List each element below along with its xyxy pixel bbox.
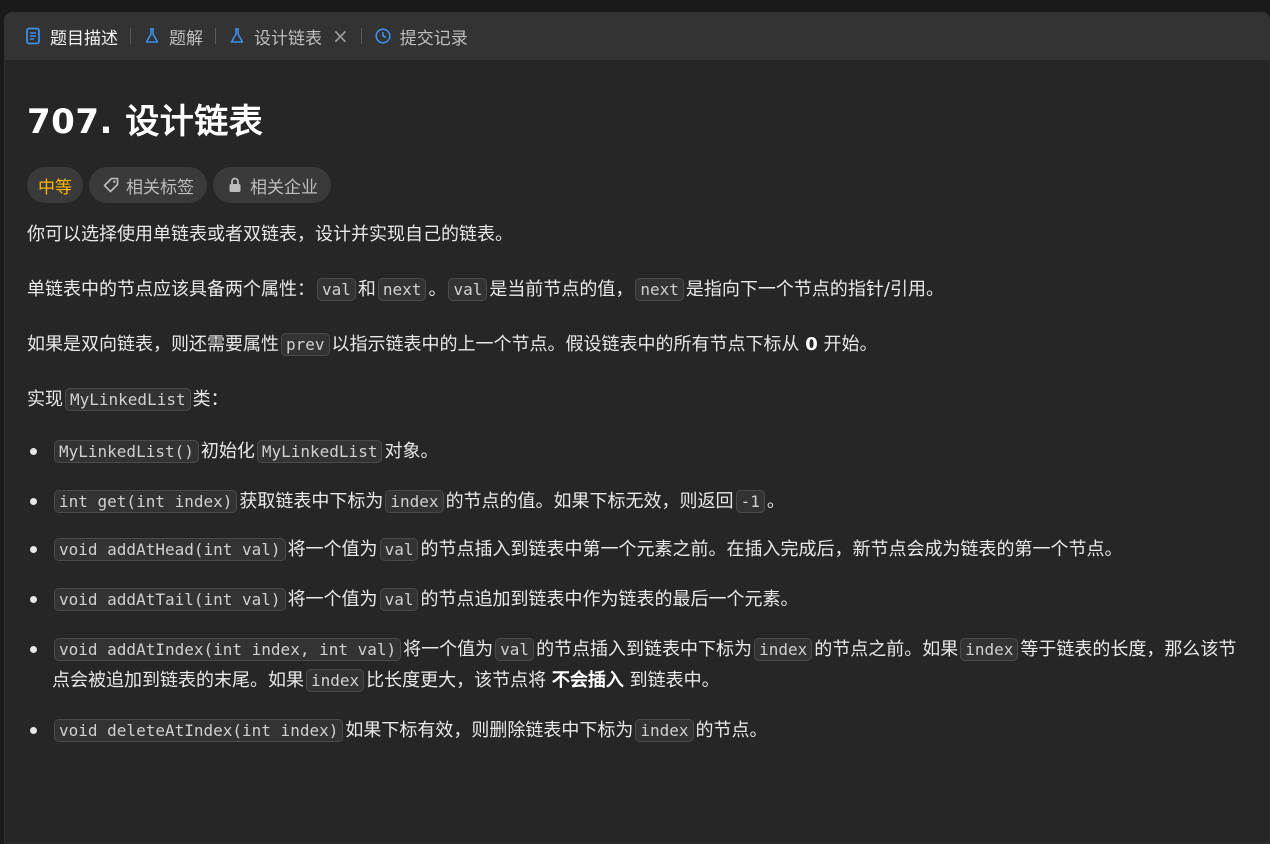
text: 是当前节点的值， — [489, 279, 634, 300]
list-item: void addAtHead(int val) 将一个值为 val 的节点插入到链表中… — [27, 534, 1270, 565]
text: 的节点的值。如果下标无效，则返回 — [445, 491, 734, 512]
text: 和 — [357, 279, 376, 300]
problem-panel: 题目描述 题解 设计链表 × 提交记录 707. 设计链表 中等 相关标签 相关… — [4, 12, 1270, 844]
list-item: MyLinkedList() 初始化 MyLinkedList 对象。 — [27, 436, 1270, 467]
inline-code: prev — [281, 333, 330, 356]
text: 类： — [192, 389, 229, 410]
inline-code: val — [317, 278, 356, 301]
text: 如果下标有效，则删除链表中下标为 — [345, 720, 634, 741]
tab-divider — [130, 28, 131, 44]
text: 将一个值为 — [403, 639, 494, 660]
bold-text: 不会插入 — [551, 670, 624, 691]
description-paragraph: 你可以选择使用单链表或者双链表，设计并实现自己的链表。 — [27, 224, 513, 245]
inline-code: index — [306, 669, 365, 692]
inline-code: void addAtHead(int val) — [54, 538, 286, 561]
text: 以指示链表中的上一个节点。假设链表中的所有节点下标从 — [331, 334, 800, 355]
inline-code: next — [377, 278, 427, 301]
flask-icon — [228, 27, 246, 45]
text: 到链表中。 — [629, 670, 720, 691]
inline-code: val — [379, 538, 419, 561]
inline-code: MyLinkedList() — [54, 440, 199, 463]
tab-description[interactable]: 题目描述 — [18, 12, 124, 60]
inline-code: index — [960, 638, 1019, 661]
tab-label: 题解 — [169, 28, 203, 49]
tab-solution-detail[interactable]: 设计链表 × — [222, 12, 355, 60]
problem-tags: 中等 相关标签 相关企业 — [27, 167, 1270, 203]
list-item: void deleteAtIndex(int index) 如果下标有效，则删除链… — [27, 715, 1270, 746]
document-icon — [24, 27, 42, 45]
inline-code: MyLinkedList — [65, 388, 191, 411]
method-list: MyLinkedList() 初始化 MyLinkedList 对象。 int get… — [27, 436, 1270, 746]
text: 单链表中的节点应该具备两个属性： — [27, 279, 315, 300]
tab-bar: 题目描述 题解 设计链表 × 提交记录 — [4, 12, 1270, 60]
history-icon — [374, 27, 392, 45]
list-item: void addAtTail(int val) 将一个值为 val 的节点追加到链表中… — [27, 584, 1270, 615]
tab-solutions[interactable]: 题解 — [137, 12, 209, 60]
inline-code: val — [495, 638, 535, 661]
tab-label: 题目描述 — [50, 28, 118, 49]
text: 比长度更大，该节点将 — [366, 670, 547, 691]
inline-code: void addAtTail(int val) — [54, 588, 286, 611]
description-paragraph: 单链表中的节点应该具备两个属性： val 和 next。 val 是当前节点的值， next… — [27, 276, 1270, 304]
text: 是指向下一个节点的指针/引用。 — [685, 279, 944, 300]
bold-text: 0 — [805, 334, 818, 355]
inline-code: void deleteAtIndex(int index) — [54, 719, 344, 742]
tab-divider — [215, 28, 216, 44]
text: 开始。 — [823, 334, 878, 355]
tab-submissions[interactable]: 提交记录 — [368, 12, 474, 60]
problem-title: 707. 设计链表 — [27, 102, 264, 142]
inline-code: int get(int index) — [54, 490, 238, 513]
inline-code: val — [448, 278, 488, 301]
difficulty-badge: 中等 — [27, 167, 83, 203]
text: 获取链表中下标为 — [239, 491, 384, 512]
list-item: void addAtIndex(int index, int val) 将一个值为… — [27, 634, 1270, 696]
description-paragraph: 实现 MyLinkedList 类： — [27, 386, 1270, 414]
text: 的节点之前。如果 — [814, 639, 959, 660]
close-icon[interactable]: × — [332, 26, 349, 46]
flask-icon — [143, 27, 161, 45]
text: 实现 — [27, 389, 63, 410]
text: 。 — [428, 279, 447, 300]
inline-code: void addAtIndex(int index, int val) — [54, 638, 402, 661]
text: 的节点追加到链表中作为链表的最后一个元素。 — [420, 589, 799, 610]
tab-divider — [360, 28, 362, 44]
inline-code: next — [635, 278, 684, 301]
inline-code: -1 — [735, 490, 765, 513]
tab-label: 提交记录 — [399, 28, 468, 49]
inline-code: index — [385, 490, 444, 513]
description-paragraph: 如果是双向链表，则还需要属性 prev 以指示链表中的上一个节点。假设链表中的所有节… — [27, 331, 1270, 359]
inline-code: index — [754, 638, 813, 661]
text: 的节点插入到链表中下标为 — [536, 639, 753, 660]
inline-code: val — [379, 588, 419, 611]
text: 将一个值为 — [287, 589, 378, 610]
text: 对象。 — [384, 441, 439, 462]
inline-code: index — [635, 719, 694, 742]
related-topics-button[interactable]: 相关标签 — [89, 167, 207, 203]
related-companies-label: 相关企业 — [250, 177, 318, 198]
inline-code: MyLinkedList — [256, 440, 383, 463]
text: 的节点插入到链表中第一个元素之前。在插入完成后，新节点会成为链表的第一个节点。 — [420, 539, 1123, 560]
text: 初始化 — [200, 441, 255, 462]
lock-icon — [226, 176, 244, 194]
problem-content: 707. 设计链表 中等 相关标签 相关企业 你可以选择使用单链表或者双链表，设… — [4, 94, 1270, 746]
text: 将一个值为 — [287, 539, 378, 560]
related-topics-label: 相关标签 — [126, 177, 194, 198]
text: 。 — [766, 491, 785, 512]
text: 如果是双向链表，则还需要属性 — [27, 334, 279, 355]
list-item: int get(int index) 获取链表中下标为 index 的节点的值。如果下… — [27, 486, 1270, 517]
related-companies-button[interactable]: 相关企业 — [213, 167, 331, 203]
tag-icon — [102, 176, 120, 194]
text: 的节点。 — [695, 720, 768, 741]
tab-label: 设计链表 — [254, 28, 322, 49]
